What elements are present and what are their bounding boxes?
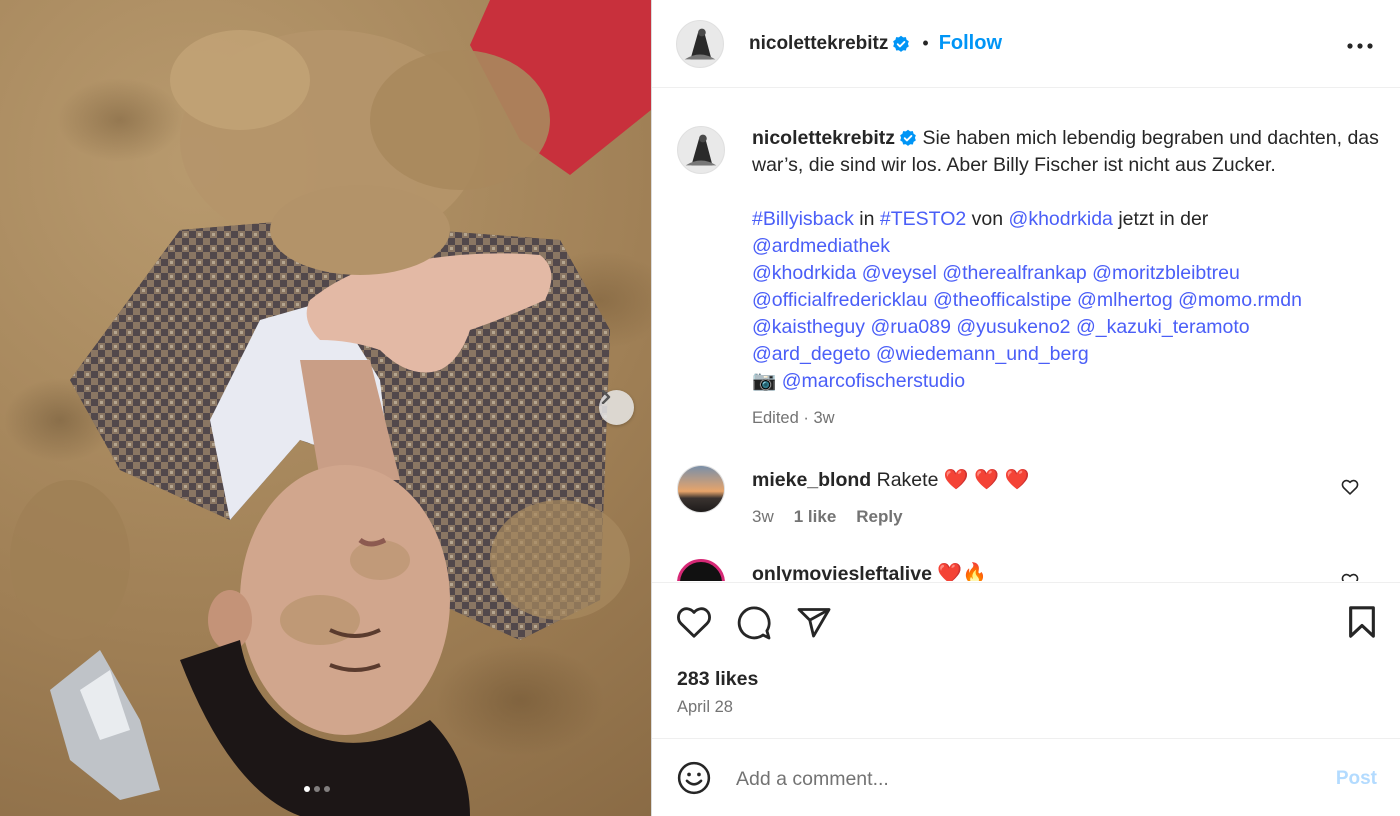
comment-likes[interactable]: 1 like (794, 507, 837, 527)
heart-emojis: ❤️ ❤️ ❤️ (943, 469, 1030, 491)
carousel-indicator (304, 786, 330, 792)
mention-link[interactable]: @ard_degeto (752, 343, 870, 365)
hashtag-link[interactable]: #TESTO2 (880, 208, 966, 230)
commenter-username[interactable]: mieke_blond (752, 469, 871, 491)
caption-word: jetzt in der (1118, 208, 1209, 230)
mention-link[interactable]: @mlhertog (1077, 289, 1173, 311)
mention-link[interactable]: @khodrkida (1009, 208, 1113, 230)
share-send-icon[interactable] (796, 605, 832, 641)
carousel-next-button[interactable] (599, 390, 634, 425)
comment-text: Rakete (876, 469, 939, 491)
carousel-dot (314, 786, 320, 792)
commenter-avatar[interactable] (677, 559, 725, 581)
mention-link[interactable]: @officialfredericklau (752, 289, 928, 311)
commenter-avatar[interactable] (677, 465, 725, 513)
author-username[interactable]: nicolettekrebitz (749, 33, 888, 55)
comments-list[interactable]: nicolettekrebitz Sie haben mich lebendig… (652, 89, 1400, 581)
add-comment-bar: Post (652, 738, 1400, 816)
like-comment-heart-icon[interactable] (1341, 479, 1359, 495)
verified-badge-icon (900, 129, 916, 146)
reply-button[interactable]: Reply (856, 507, 902, 527)
more-options-icon[interactable] (1347, 32, 1373, 52)
author-avatar[interactable] (676, 20, 724, 68)
comment-text-line: mieke_blond Rakete ❤️ ❤️ ❤️ (752, 467, 1030, 492)
mention-link[interactable]: @therealfrankap (942, 262, 1086, 284)
face (240, 465, 450, 735)
author-line: nicolettekrebitz • Follow (749, 32, 1002, 55)
comment-text-line: onlymoviesleftalive ❤️🔥 (752, 561, 987, 581)
mention-link[interactable]: @theofficalstipe (933, 289, 1072, 311)
avatar-image (678, 127, 724, 173)
caption-word: in (859, 208, 875, 230)
verified-badge-icon (893, 35, 910, 52)
mention-link[interactable]: @khodrkida (752, 262, 856, 284)
mention-link[interactable]: @_kazuki_teramoto (1076, 316, 1250, 338)
comment-input[interactable] (736, 763, 1296, 795)
avatar-image (678, 466, 724, 512)
like-heart-icon[interactable] (676, 605, 712, 639)
post-date: April 28 (677, 698, 733, 716)
header-separator: • (922, 33, 929, 53)
comment-item: mieke_blond Rakete ❤️ ❤️ ❤️ 3w 1 like Re… (677, 465, 1377, 535)
caption-word: von (971, 208, 1004, 230)
camera-emoji-icon: 📷 (752, 370, 777, 392)
mention-link[interactable]: @marcofischerstudio (782, 370, 965, 392)
caption-meta: Edited · 3w (752, 409, 835, 427)
likes-count[interactable]: 283 likes (677, 668, 758, 691)
post-media (0, 0, 651, 816)
emoji-picker-icon[interactable] (677, 761, 711, 795)
action-bar: 283 likes April 28 (652, 582, 1400, 738)
save-bookmark-icon[interactable] (1346, 605, 1378, 639)
post-comment-button[interactable]: Post (1336, 768, 1377, 790)
mention-link[interactable]: @rua089 (870, 316, 951, 338)
ellipsis-icon (1347, 43, 1373, 49)
comment-age: 3w (752, 507, 774, 526)
mention-link[interactable]: @ardmediathek (752, 235, 890, 257)
mention-link[interactable]: @wiedemann_und_berg (876, 343, 1089, 365)
chevron-right-icon (601, 390, 611, 404)
caption-text: nicolettekrebitz Sie haben mich lebendig… (752, 125, 1392, 432)
like-comment-heart-icon[interactable] (1341, 573, 1359, 581)
mention-link[interactable]: @kaistheguy (752, 316, 865, 338)
comment-item: onlymoviesleftalive ❤️🔥 (677, 559, 1377, 581)
commenter-username[interactable]: onlymoviesleftalive (752, 563, 932, 581)
mention-link[interactable]: @veysel (862, 262, 937, 284)
post-photo (10, 0, 651, 816)
post-header: nicolettekrebitz • Follow (652, 0, 1400, 88)
heart-emojis: ❤️🔥 (937, 563, 988, 581)
carousel-dot (324, 786, 330, 792)
mention-link[interactable]: @yusukeno2 (956, 316, 1070, 338)
carousel-dot (304, 786, 310, 792)
mention-link[interactable]: @momo.rmdn (1178, 289, 1302, 311)
caption-author-avatar[interactable] (677, 126, 725, 174)
follow-button[interactable]: Follow (939, 32, 1002, 55)
caption-username[interactable]: nicolettekrebitz (752, 127, 895, 149)
mention-link[interactable]: @moritzbleibtreu (1092, 262, 1240, 284)
comment-bubble-icon[interactable] (736, 605, 772, 641)
comment-meta: 3w 1 like Reply (752, 507, 903, 527)
post-details-panel: nicolettekrebitz • Follow nicolettekrebi… (651, 0, 1400, 816)
avatar-image (677, 21, 723, 67)
hashtag-link[interactable]: #Billyisback (752, 208, 854, 230)
